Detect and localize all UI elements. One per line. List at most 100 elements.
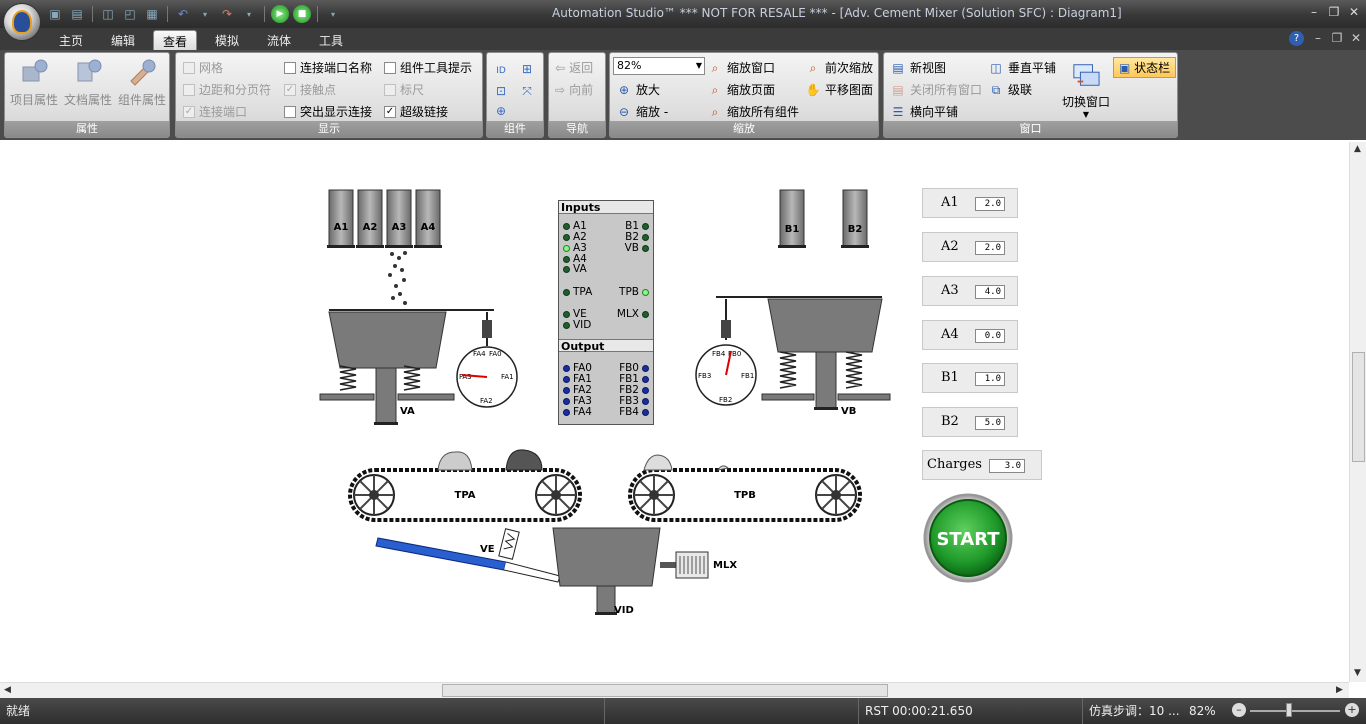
tab-view[interactable]: 查看 bbox=[153, 30, 198, 50]
variable-a2-input[interactable]: 2.0 bbox=[975, 241, 1005, 255]
cement-mixer-diagram: A1 A2 A3 A4 B1 B2 VA FA4 FA0 FA3 FA1 FA2… bbox=[319, 189, 1013, 616]
tab-simulate[interactable]: 模拟 bbox=[206, 30, 248, 50]
statusbar-toggle-button[interactable]: ▣ 状态栏 bbox=[1113, 57, 1177, 78]
doc-minimize-button[interactable]: – bbox=[1309, 31, 1327, 45]
component-properties-button[interactable]: 组件属性 bbox=[115, 57, 169, 108]
save-icon[interactable]: ◫ bbox=[99, 5, 117, 23]
zoom-in-small-icon[interactable]: + bbox=[1345, 703, 1359, 717]
forward-button[interactable]: ⇨ 向前 bbox=[555, 81, 593, 98]
tab-tools[interactable]: 工具 bbox=[310, 30, 352, 50]
variable-a4-input[interactable]: 0.0 bbox=[975, 329, 1005, 343]
ribbon: 项目属性 文档属性 组件属性 属性 网格 边距和分页符 ✓ 连接端口 连接端口名称… bbox=[0, 50, 1366, 140]
separator bbox=[167, 6, 168, 22]
tab-fluid[interactable]: 流体 bbox=[258, 30, 300, 50]
va-label: VA bbox=[400, 406, 415, 417]
scroll-right-icon[interactable]: ▶ bbox=[1336, 685, 1343, 695]
doc-restore-button[interactable]: ❐ bbox=[1328, 31, 1346, 45]
variable-b1-input[interactable]: 1.0 bbox=[975, 372, 1005, 386]
component-tag-icon[interactable]: ⊡ bbox=[493, 83, 509, 99]
margins-pagebreaks-checkbox[interactable]: 边距和分页符 bbox=[183, 81, 271, 98]
help-icon[interactable]: ? bbox=[1289, 31, 1304, 46]
horizontal-scrollbar[interactable]: ◀ ▶ bbox=[0, 682, 1349, 698]
zoom-in-button[interactable]: ⊕ 放大 bbox=[616, 81, 660, 98]
scroll-left-icon[interactable]: ◀ bbox=[4, 685, 11, 695]
tile-vertical-button[interactable]: ◫ 垂直平铺 bbox=[988, 59, 1056, 76]
hyperlinks-checkbox[interactable]: ✓ 超级链接 bbox=[384, 103, 448, 120]
zoom-slider-thumb[interactable] bbox=[1286, 703, 1292, 717]
application-menu-button[interactable] bbox=[3, 3, 41, 41]
new-document-icon[interactable]: ▣ bbox=[46, 5, 64, 23]
doc-close-button[interactable]: ✕ bbox=[1347, 31, 1365, 45]
tile-vertical-icon: ◫ bbox=[990, 60, 1002, 75]
zoom-slider[interactable] bbox=[1250, 710, 1340, 712]
port-names-checkbox[interactable]: 连接端口名称 bbox=[284, 59, 372, 76]
zoom-out-button[interactable]: ⊖ 缩放 - bbox=[616, 103, 668, 120]
component-add-icon[interactable]: ⊕ bbox=[493, 103, 509, 119]
input-tpb-label: TPB bbox=[619, 286, 639, 298]
undo-icon[interactable]: ↶ bbox=[174, 5, 192, 23]
tile-horizontal-button[interactable]: ☰ 横向平铺 bbox=[890, 103, 958, 120]
minimize-button[interactable]: – bbox=[1305, 5, 1323, 19]
statusbar-icon: ▣ bbox=[1119, 61, 1131, 75]
led-icon bbox=[642, 365, 649, 372]
zoom-window-button[interactable]: ⌕ 缩放窗口 bbox=[707, 59, 775, 76]
gauge-label: FB3 bbox=[698, 372, 711, 380]
maximize-button[interactable]: ❐ bbox=[1325, 5, 1343, 19]
open-icon[interactable]: ▤ bbox=[68, 5, 86, 23]
new-view-button[interactable]: ▤ 新视图 bbox=[890, 59, 946, 76]
run-simulation-icon[interactable]: ▶ bbox=[271, 5, 289, 23]
led-icon bbox=[563, 266, 570, 273]
gauge-label: FB1 bbox=[741, 372, 754, 380]
vertical-scroll-thumb[interactable] bbox=[1352, 352, 1365, 462]
switch-window-button[interactable]: 切换窗口 ▼ bbox=[1058, 61, 1114, 119]
document-properties-button[interactable]: 文档属性 bbox=[61, 57, 115, 108]
connection-ports-checkbox[interactable]: ✓ 连接端口 bbox=[183, 103, 247, 120]
close-button[interactable]: ✕ bbox=[1345, 5, 1363, 19]
pan-button[interactable]: ✋ 平移图面 bbox=[805, 81, 874, 98]
highlight-connections-checkbox[interactable]: 突出显示连接 bbox=[284, 103, 372, 120]
redo-icon[interactable]: ↷ bbox=[218, 5, 236, 23]
zoom-all-button[interactable]: ⌕ 缩放所有组件 bbox=[707, 103, 799, 120]
zoom-out-small-icon[interactable]: – bbox=[1232, 703, 1246, 717]
horizontal-scroll-thumb[interactable] bbox=[442, 684, 888, 697]
scroll-up-icon[interactable]: ▲ bbox=[1354, 144, 1361, 154]
led-icon bbox=[563, 365, 570, 372]
start-button[interactable]: START bbox=[923, 493, 1013, 583]
customize-qat-icon[interactable]: ▾ bbox=[324, 5, 342, 23]
checkbox-icon bbox=[183, 83, 195, 96]
contacts-checkbox[interactable]: ✓ 接触点 bbox=[284, 81, 336, 98]
input-vb-label: VB bbox=[624, 242, 639, 254]
grid-checkbox[interactable]: 网格 bbox=[183, 59, 223, 76]
ruler-checkbox[interactable]: 标尺 bbox=[384, 81, 424, 98]
forward-arrow-icon: ⇨ bbox=[555, 82, 566, 97]
zoom-page-button[interactable]: ⌕ 缩放页面 bbox=[707, 81, 775, 98]
previous-zoom-button[interactable]: ⌕ 前次缩放 bbox=[805, 59, 873, 76]
component-link-icon[interactable]: ⤧ bbox=[519, 83, 535, 99]
diagram-canvas[interactable]: A1 A2 A3 A4 B1 B2 VA FA4 FA0 FA3 FA1 FA2… bbox=[0, 142, 1349, 682]
charges-input[interactable]: 3.0 bbox=[989, 459, 1025, 473]
print-icon[interactable]: ▦ bbox=[143, 5, 161, 23]
vertical-scrollbar[interactable]: ▲ ▼ bbox=[1349, 142, 1366, 682]
variable-b2-input[interactable]: 5.0 bbox=[975, 416, 1005, 430]
component-tooltips-checkbox[interactable]: 组件工具提示 bbox=[384, 59, 472, 76]
undo-dropdown-icon[interactable]: ▾ bbox=[196, 5, 214, 23]
redo-dropdown-icon[interactable]: ▾ bbox=[240, 5, 258, 23]
scroll-down-icon[interactable]: ▼ bbox=[1354, 668, 1361, 678]
back-button[interactable]: ⇦ 返回 bbox=[555, 59, 593, 76]
component-id-icon[interactable]: ID bbox=[493, 63, 509, 79]
document-properties-label: 文档属性 bbox=[63, 93, 112, 107]
close-all-windows-button[interactable]: ▤ 关闭所有窗口 bbox=[890, 81, 982, 98]
tab-home[interactable]: 主页 bbox=[50, 30, 92, 50]
save-all-icon[interactable]: ◰ bbox=[121, 5, 139, 23]
checkbox-icon bbox=[284, 61, 296, 74]
tab-edit[interactable]: 编辑 bbox=[102, 30, 144, 50]
project-properties-button[interactable]: 项目属性 bbox=[7, 57, 61, 108]
zoom-window-label: 缩放窗口 bbox=[727, 61, 776, 75]
gauge-label: FA1 bbox=[501, 373, 514, 381]
stop-simulation-icon[interactable]: ■ bbox=[293, 5, 311, 23]
variable-a3-input[interactable]: 4.0 bbox=[975, 285, 1005, 299]
component-align-icon[interactable]: ⊞ bbox=[519, 61, 535, 77]
zoom-level-select[interactable]: 82% ▼ bbox=[613, 57, 705, 75]
cascade-button[interactable]: ⧉ 级联 bbox=[988, 81, 1032, 98]
variable-a1-input[interactable]: 2.0 bbox=[975, 197, 1005, 211]
